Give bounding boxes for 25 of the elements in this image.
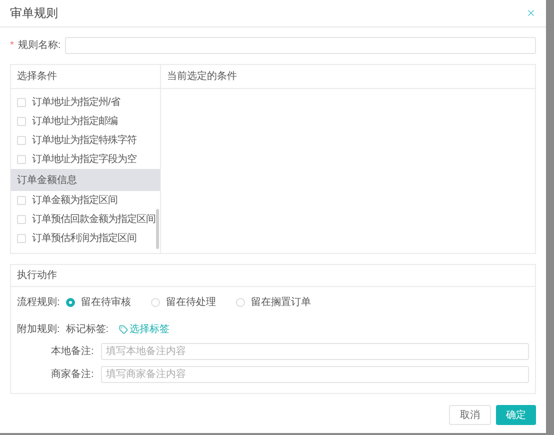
dialog-title: 审单规则 <box>10 5 58 22</box>
remark-input[interactable]: 填写本地备注内容 <box>101 343 529 360</box>
group-header: 订单金额信息 <box>11 169 160 191</box>
column-header: 选择条件 <box>17 70 57 84</box>
field-label: 商家备注: <box>51 368 95 382</box>
field-label: 规则名称: <box>18 39 61 53</box>
condition-label[interactable]: 订单金额为指定区间 <box>32 193 118 208</box>
condition-label[interactable]: 订单地址为指定州/省 <box>32 95 120 110</box>
cancel-button[interactable]: 取消 <box>449 405 491 425</box>
radio-option[interactable]: 留在待审核 <box>66 295 131 310</box>
field-label: 附加规则: <box>17 322 60 337</box>
radio-option[interactable]: 留在搁置订单 <box>236 295 311 310</box>
field-label: 本地备注: <box>51 344 95 359</box>
column-header: 当前选定的条件 <box>167 70 237 84</box>
condition-label[interactable]: 订单地址为指定字段为空 <box>32 152 136 167</box>
field-label: 标记标签: <box>66 322 109 337</box>
condition-label[interactable]: 订单地址为指定邮编 <box>32 114 118 129</box>
condition-label[interactable]: 订单预估利润为指定区间 <box>32 231 136 246</box>
radio-option[interactable]: 留在待处理 <box>150 295 216 310</box>
section-header: 执行动作 <box>17 268 57 283</box>
condition-label[interactable]: 订单地址为指定特殊字符 <box>32 133 136 148</box>
field-label: 流程规则: <box>17 296 60 310</box>
required-mark: * <box>10 39 14 53</box>
condition-label[interactable]: 订单预估回款金额为指定区间 <box>32 212 156 227</box>
remark-input[interactable]: 填写商家备注内容 <box>101 366 529 383</box>
